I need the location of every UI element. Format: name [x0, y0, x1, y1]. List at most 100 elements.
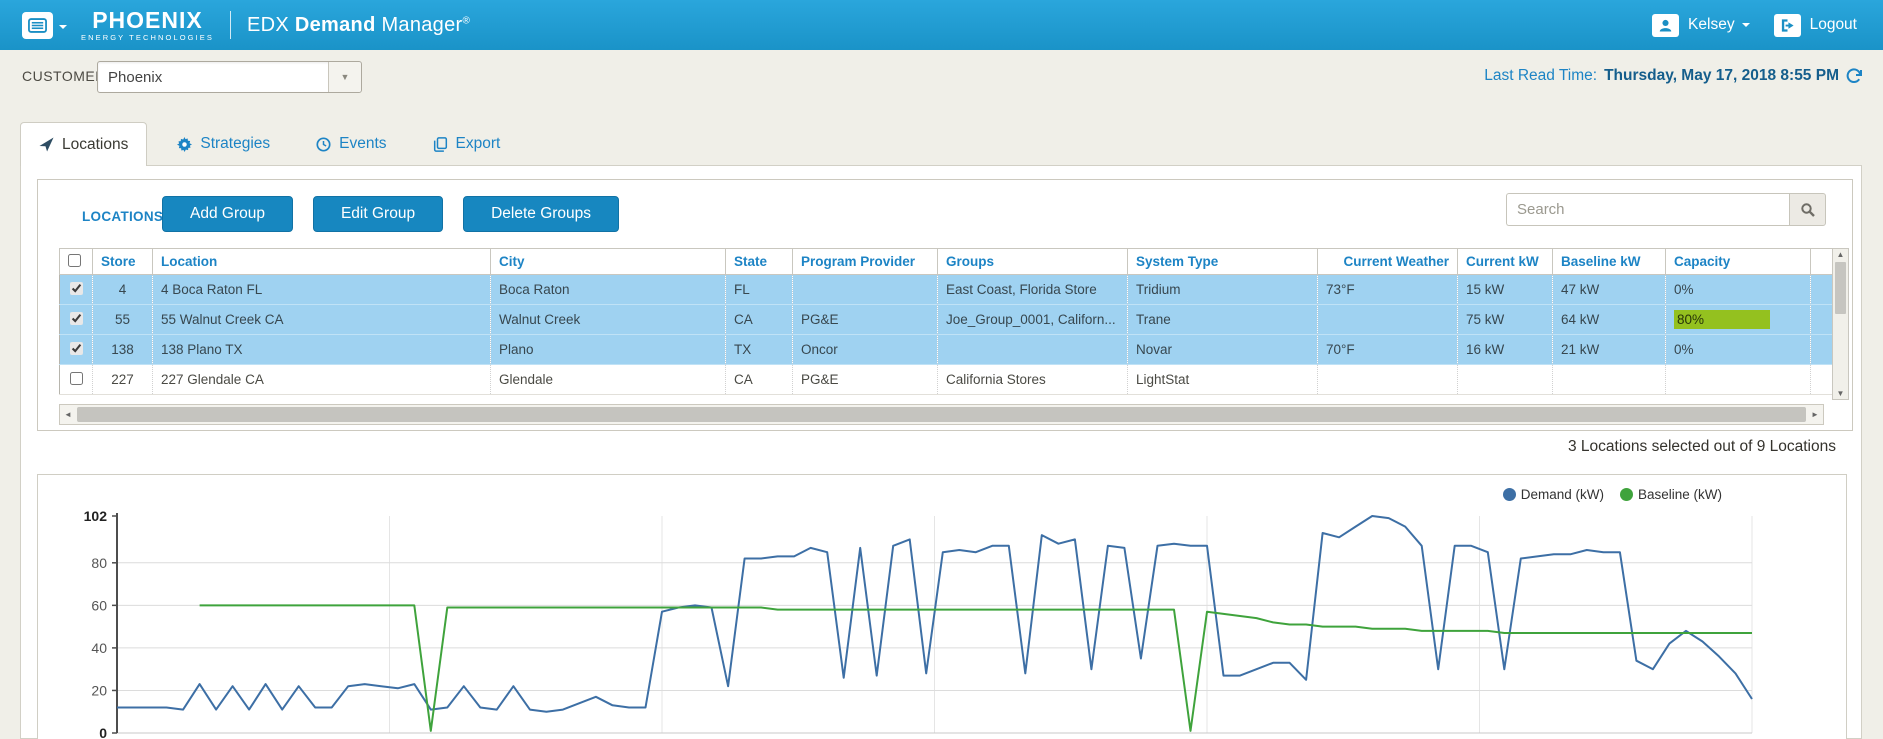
top-bar: PHOENIX ENERGY TECHNOLOGIES EDX Demand M… — [0, 0, 1883, 50]
table-row[interactable]: 4 4 Boca Raton FL Boca Raton FL East Coa… — [59, 274, 1833, 305]
scroll-left-arrow[interactable]: ◄ — [60, 410, 76, 419]
gear-icon — [177, 136, 193, 152]
logo-primary-text: PHOENIX — [92, 6, 203, 33]
col-system-type[interactable]: System Type — [1127, 248, 1318, 275]
svg-text:0: 0 — [99, 725, 107, 739]
cell-system-type: Novar — [1127, 334, 1318, 365]
cell-city: Plano — [490, 334, 726, 365]
cell-state: FL — [725, 274, 793, 305]
table-horizontal-scrollbar[interactable]: ◄ ► — [59, 404, 1824, 425]
cell-store: 227 — [92, 364, 153, 395]
user-avatar[interactable] — [1652, 13, 1680, 37]
cell-current-kw: 15 kW — [1457, 274, 1553, 305]
logout-icon — [1781, 18, 1794, 32]
svg-text:20: 20 — [91, 682, 107, 698]
select-all-checkbox[interactable] — [68, 253, 81, 267]
table-row[interactable]: 227 227 Glendale CA Glendale CA PG&E Cal… — [59, 364, 1833, 395]
cell-city: Walnut Creek — [490, 304, 726, 335]
row-checkbox-cell — [59, 334, 93, 365]
tab-events[interactable]: Events — [300, 122, 402, 166]
col-state[interactable]: State — [725, 248, 793, 275]
cell-store: 138 — [92, 334, 153, 365]
table-vertical-scrollbar[interactable]: ▲ ▼ — [1832, 248, 1849, 400]
scroll-down-arrow[interactable]: ▼ — [1833, 389, 1848, 398]
selection-summary: 3 Locations selected out of 9 Locations — [1568, 438, 1836, 455]
cell-current-weather: 73°F — [1317, 274, 1458, 305]
col-baseline-kw[interactable]: Baseline kW — [1552, 248, 1666, 275]
user-menu[interactable]: Kelsey — [1688, 16, 1735, 34]
search-input[interactable] — [1506, 193, 1789, 226]
logout-group: Logout — [1773, 13, 1857, 37]
logout-button[interactable]: Logout — [1810, 16, 1857, 34]
refresh-icon[interactable] — [1846, 68, 1862, 84]
cell-location: 138 Plano TX — [152, 334, 491, 365]
col-current-kw[interactable]: Current kW — [1457, 248, 1553, 275]
col-program-provider[interactable]: Program Provider — [792, 248, 938, 275]
cell-current-kw — [1457, 364, 1553, 395]
col-groups[interactable]: Groups — [937, 248, 1128, 275]
scroll-up-arrow[interactable]: ▲ — [1833, 250, 1848, 259]
col-capacity[interactable]: Capacity — [1665, 248, 1811, 275]
menu-list-icon — [28, 17, 47, 33]
table-row[interactable]: 55 55 Walnut Creek CA Walnut Creek CA PG… — [59, 304, 1833, 335]
cell-state: CA — [725, 304, 793, 335]
cell-current-weather: 70°F — [1317, 334, 1458, 365]
cell-city: Boca Raton — [490, 274, 726, 305]
cell-state: TX — [725, 334, 793, 365]
table-header-row: Store Location City State Program Provid… — [59, 248, 1833, 275]
locations-table: Store Location City State Program Provid… — [59, 248, 1833, 395]
svg-text:60: 60 — [91, 597, 107, 613]
tab-export[interactable]: Export — [417, 122, 517, 166]
cell-stub — [1810, 274, 1833, 305]
vertical-scroll-thumb[interactable] — [1835, 262, 1846, 314]
row-checkbox[interactable] — [69, 311, 83, 325]
group-buttons: Add Group Edit Group Delete Groups — [162, 196, 620, 232]
row-checkbox[interactable] — [69, 281, 83, 295]
tab-strategies[interactable]: Strategies — [161, 122, 286, 166]
customer-select-arrow[interactable]: ▼ — [328, 62, 361, 92]
edit-group-button[interactable]: Edit Group — [312, 196, 444, 232]
app-title-prefix: EDX — [246, 13, 290, 36]
cell-state: CA — [725, 364, 793, 395]
col-city[interactable]: City — [490, 248, 726, 275]
menu-caret-icon[interactable] — [59, 25, 67, 33]
row-checkbox[interactable] — [69, 341, 83, 355]
tab-strategies-label: Strategies — [200, 135, 271, 152]
cell-city: Glendale — [490, 364, 726, 395]
cell-baseline-kw: 21 kW — [1552, 334, 1666, 365]
cell-baseline-kw — [1552, 364, 1666, 395]
delete-groups-button[interactable]: Delete Groups — [463, 196, 620, 232]
logo-secondary-text: ENERGY TECHNOLOGIES — [81, 32, 214, 42]
cell-capacity: 80% — [1665, 304, 1811, 335]
col-current-weather[interactable]: Current Weather — [1317, 248, 1458, 275]
scroll-right-arrow[interactable]: ► — [1807, 410, 1823, 419]
header-divider — [229, 11, 231, 39]
locations-panel-title: LOCATIONS — [82, 209, 164, 224]
add-group-button[interactable]: Add Group — [162, 196, 293, 232]
horizontal-scroll-thumb[interactable] — [77, 407, 1806, 422]
logout-icon-button[interactable] — [1773, 13, 1801, 37]
customer-select[interactable]: Phoenix ▼ — [97, 61, 362, 93]
cell-location: 55 Walnut Creek CA — [152, 304, 491, 335]
user-caret-icon[interactable] — [1741, 23, 1750, 31]
svg-text:40: 40 — [91, 640, 107, 656]
table-row[interactable]: 138 138 Plano TX Plano TX Oncor Novar 70… — [59, 334, 1833, 365]
search-button[interactable] — [1789, 193, 1826, 226]
cell-program-provider: PG&E — [792, 304, 938, 335]
row-checkbox-cell — [59, 364, 93, 395]
row-checkbox[interactable] — [69, 371, 83, 385]
person-icon — [1659, 19, 1672, 32]
capacity-bar: 80% — [1674, 310, 1770, 329]
main-menu-button[interactable] — [22, 11, 53, 39]
col-store[interactable]: Store — [92, 248, 153, 275]
tab-export-label: Export — [455, 135, 501, 152]
col-location[interactable]: Location — [152, 248, 491, 275]
cell-baseline-kw: 64 kW — [1552, 304, 1666, 335]
cell-system-type: Trane — [1127, 304, 1318, 335]
last-read-value: Thursday, May 17, 2018 8:55 PM — [1604, 67, 1839, 84]
app-title-bold: Demand — [294, 13, 376, 36]
cell-current-kw: 75 kW — [1457, 304, 1553, 335]
search-icon — [1800, 202, 1815, 217]
tab-events-label: Events — [339, 135, 387, 152]
tab-locations[interactable]: Locations — [20, 122, 148, 166]
